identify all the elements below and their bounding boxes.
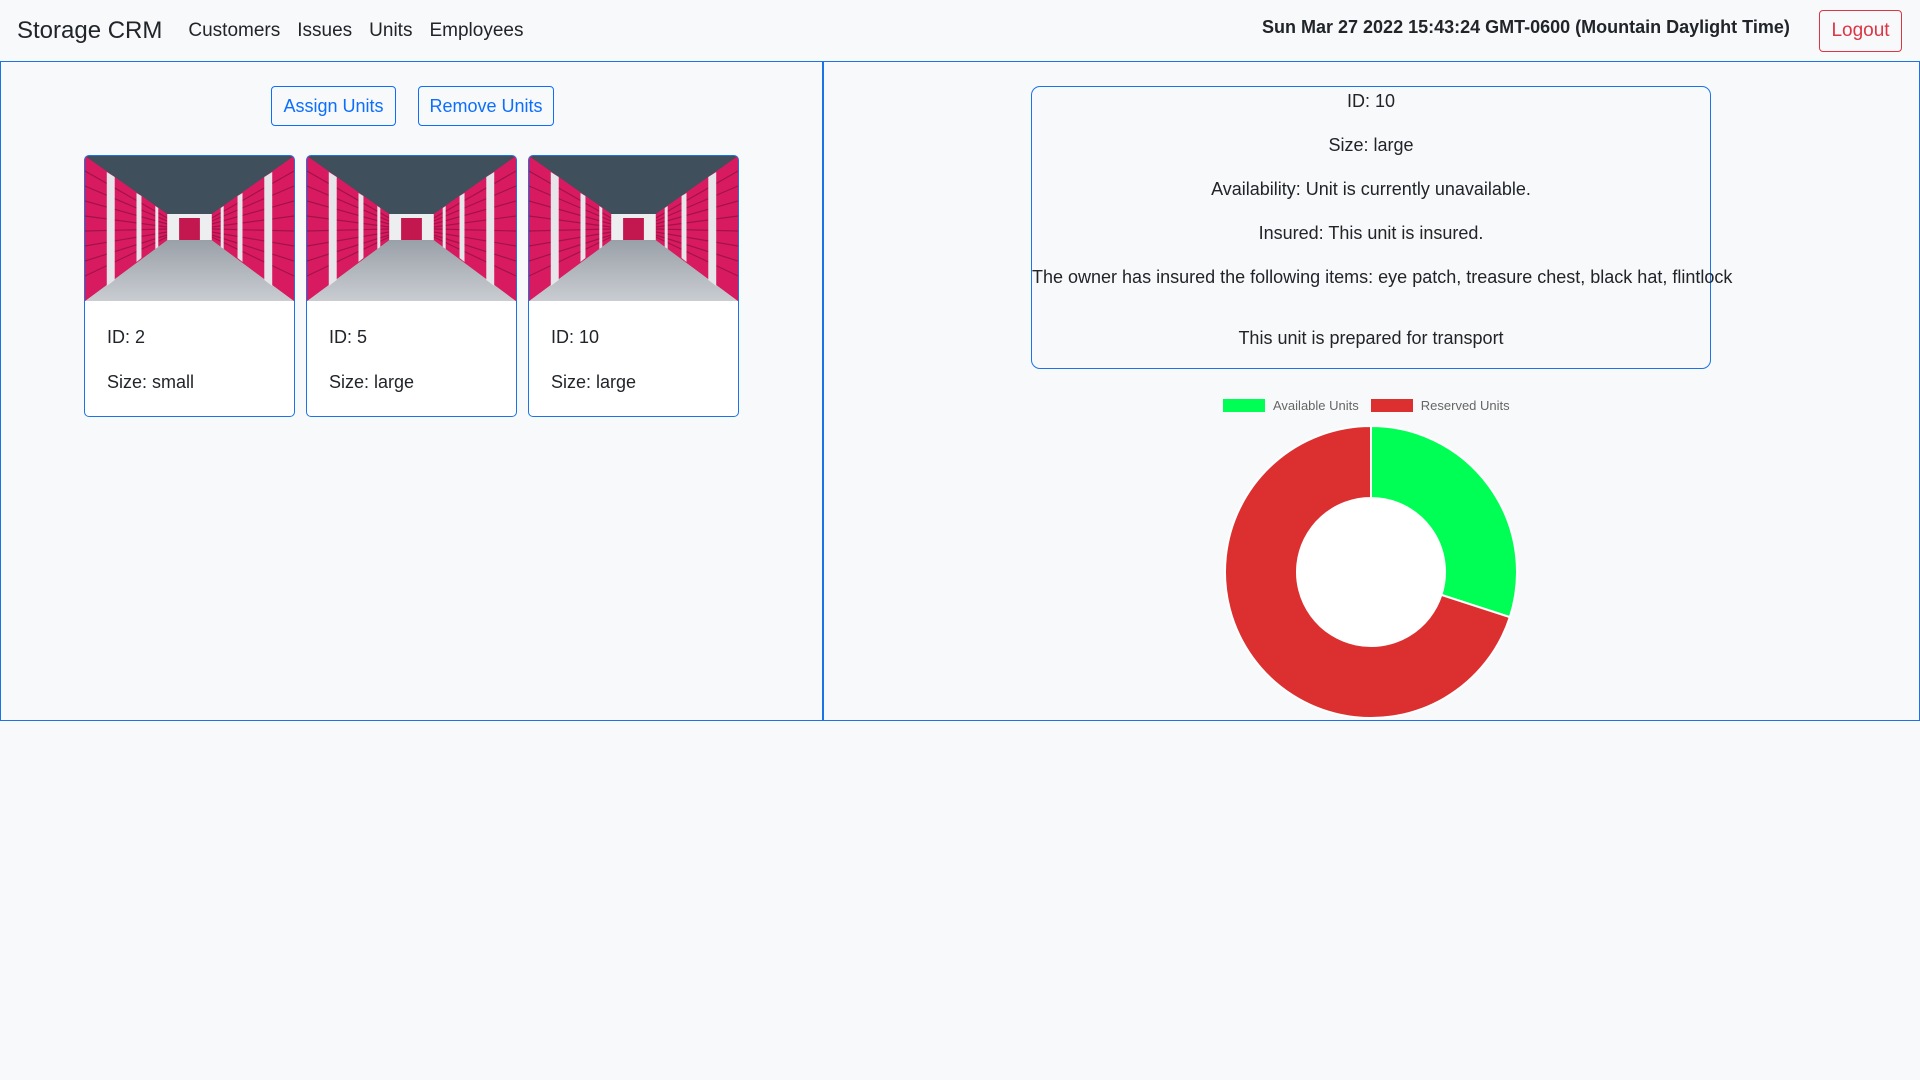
storage-unit-image xyxy=(307,156,516,301)
card-unit-size: Size: large xyxy=(329,372,415,392)
card-body: ID: 5 Size: large xyxy=(307,301,516,416)
assign-units-button[interactable]: Assign Units xyxy=(271,86,396,126)
nav-link-customers[interactable]: Customers xyxy=(188,20,280,42)
unit-card[interactable]: ID: 5 Size: large xyxy=(306,155,517,417)
current-datetime: Sun Mar 27 2022 15:43:24 GMT-0600 (Mount… xyxy=(1262,17,1790,37)
card-unit-id: ID: 2 xyxy=(107,327,146,347)
nav-link-units[interactable]: Units xyxy=(369,20,412,42)
nav-link-employees[interactable]: Employees xyxy=(429,20,523,42)
remove-units-button[interactable]: Remove Units xyxy=(418,86,554,126)
units-doughnut-chart xyxy=(1224,424,1518,719)
card-body: ID: 10 Size: large xyxy=(529,301,738,416)
storage-unit-image xyxy=(529,156,738,301)
units-panel: Assign Units Remove Units ID: 2 Size: sm… xyxy=(0,61,824,721)
storage-unit-image xyxy=(85,156,294,301)
doughnut-hole xyxy=(1298,499,1444,645)
card-unit-id: ID: 5 xyxy=(329,327,368,347)
card-unit-size: Size: large xyxy=(551,372,637,392)
card-unit-size: Size: small xyxy=(107,372,195,392)
brand-title[interactable]: Storage CRM xyxy=(17,17,162,45)
unit-card[interactable]: ID: 2 Size: small xyxy=(84,155,295,417)
card-body: ID: 2 Size: small xyxy=(85,301,294,416)
card-unit-id: ID: 10 xyxy=(551,327,600,347)
unit-card[interactable]: ID: 10 Size: large xyxy=(528,155,739,417)
logout-button[interactable]: Logout xyxy=(1819,10,1902,52)
unit-details-panel: ID: 10 Size: large Availability: Unit is… xyxy=(822,61,1920,721)
nav-link-issues[interactable]: Issues xyxy=(297,20,352,42)
